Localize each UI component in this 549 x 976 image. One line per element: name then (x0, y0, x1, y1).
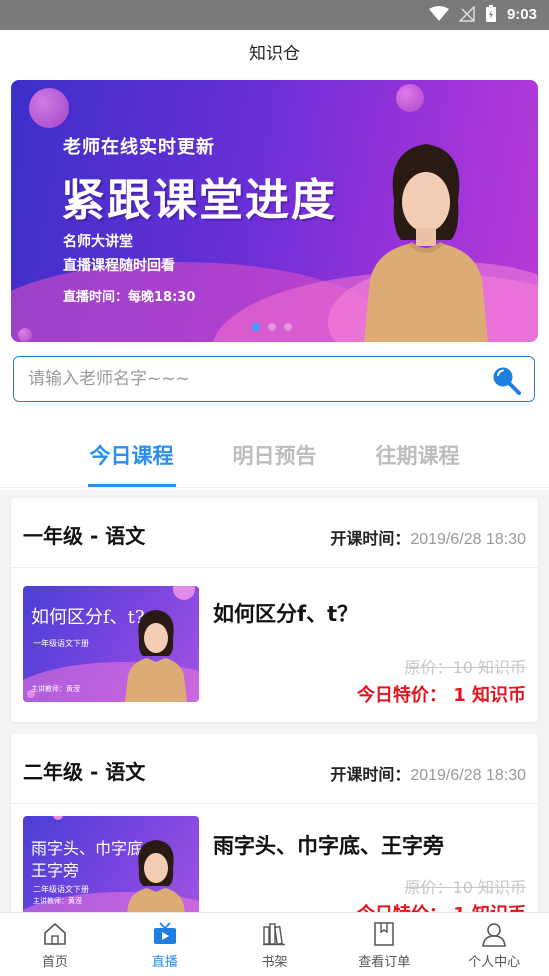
thumb-bubble (173, 586, 195, 600)
sale-price: 今日特价： 1 知识币 (356, 685, 526, 706)
live-tv-icon (153, 922, 176, 944)
nav-label: 查看订单 (358, 955, 411, 970)
nav-label: 首页 (41, 955, 68, 970)
time-label: 开课时间： (330, 529, 411, 548)
original-price: 原价：10 知识币 (404, 658, 526, 677)
course-title[interactable]: 雨字头、巾字底、王字旁 (213, 830, 444, 860)
course-time: 开课时间：2019/6/28 18:30 (330, 761, 526, 785)
page-title: 知识仓 (0, 30, 549, 78)
course-tabs: 今日课程 明日预告 往期课程 (0, 430, 549, 488)
user-icon (482, 923, 506, 947)
search-input[interactable] (28, 365, 468, 393)
bookshelf-icon (263, 923, 286, 946)
nav-label: 个人中心 (468, 955, 521, 970)
tab-today[interactable]: 今日课程 (87, 430, 176, 487)
original-price: 原价：10 知识币 (404, 878, 526, 897)
thumb-subtitle: 二年级语文下册 (33, 885, 89, 894)
pagination-dot[interactable] (252, 323, 260, 331)
teacher-photo (125, 610, 187, 702)
battery-icon (485, 5, 496, 22)
course-time: 开课时间：2019/6/28 18:30 (330, 525, 526, 549)
thumb-teacher: 主讲教师：黄滢 (31, 685, 80, 693)
banner-pagination (252, 323, 292, 331)
course-grade: 二年级 - 语文 (23, 760, 146, 784)
banner-headline: 紧跟课堂进度 (61, 175, 337, 226)
tab-past[interactable]: 往期课程 (374, 430, 462, 487)
nav-profile[interactable]: 个人中心 (439, 913, 549, 976)
course-card[interactable]: 一年级 - 语文 开课时间：2019/6/28 18:30 如何区分f、t? 一… (11, 498, 538, 722)
course-card-header: 二年级 - 语文 开课时间：2019/6/28 18:30 (11, 734, 538, 804)
banner-subtitle: 名师大讲堂 直播课程随时回看 (63, 230, 175, 278)
banner-line2: 名师大讲堂 (63, 234, 133, 250)
promo-banner[interactable]: 老师在线实时更新 紧跟课堂进度 名师大讲堂 直播课程随时回看 直播时间：每晚18… (11, 80, 538, 342)
status-time: 9:03 (506, 5, 537, 23)
order-icon (374, 922, 395, 946)
course-title[interactable]: 如何区分f、t？ (213, 598, 358, 628)
banner-bubble (18, 328, 32, 342)
time-value: 2019/6/28 18:30 (410, 767, 526, 784)
time-label: 开课时间： (330, 765, 411, 784)
signal-off-icon (458, 6, 475, 22)
banner-bubble (29, 88, 69, 128)
course-grade: 一年级 - 语文 (23, 524, 146, 548)
course-thumbnail[interactable]: 如何区分f、t? 一年级语文下册 主讲教师：黄滢 (23, 586, 199, 702)
thumb-subtitle: 一年级语文下册 (33, 639, 89, 648)
nav-orders[interactable]: 查看订单 (329, 913, 439, 976)
pagination-dot[interactable] (284, 323, 292, 331)
nav-label: 直播 (151, 955, 178, 970)
app-screen: 9:03 知识仓 老师在线实时更新 紧跟课堂进度 名师大讲堂 直播课程随时回看 … (0, 0, 549, 976)
nav-live[interactable]: 直播 (110, 913, 220, 976)
banner-line4: 直播时间：每晚18:30 (63, 290, 196, 305)
banner-bubble (396, 84, 424, 112)
teacher-search-box (13, 356, 535, 402)
course-card-header: 一年级 - 语文 开课时间：2019/6/28 18:30 (11, 498, 538, 568)
nav-label: 书架 (261, 955, 288, 970)
wifi-icon (428, 6, 449, 21)
thumb-bubble (53, 816, 63, 820)
tab-tomorrow[interactable]: 明日预告 (231, 430, 319, 487)
nav-home[interactable]: 首页 (0, 913, 110, 976)
thumb-teacher: 主讲教师：黄滢 (33, 897, 82, 905)
status-bar: 9:03 (0, 0, 549, 30)
status-icons: 9:03 (428, 5, 537, 23)
teacher-photo (364, 144, 488, 342)
bottom-navigation: 首页 直播 书架 查看订单 个人中心 (0, 912, 549, 976)
search-icon[interactable] (490, 365, 522, 395)
pagination-dot[interactable] (268, 323, 276, 331)
nav-bookshelf[interactable]: 书架 (220, 913, 330, 976)
banner-line3: 直播课程随时回看 (63, 258, 175, 274)
time-value: 2019/6/28 18:30 (410, 531, 526, 548)
home-icon (44, 922, 66, 945)
banner-line1: 老师在线实时更新 (63, 137, 215, 158)
